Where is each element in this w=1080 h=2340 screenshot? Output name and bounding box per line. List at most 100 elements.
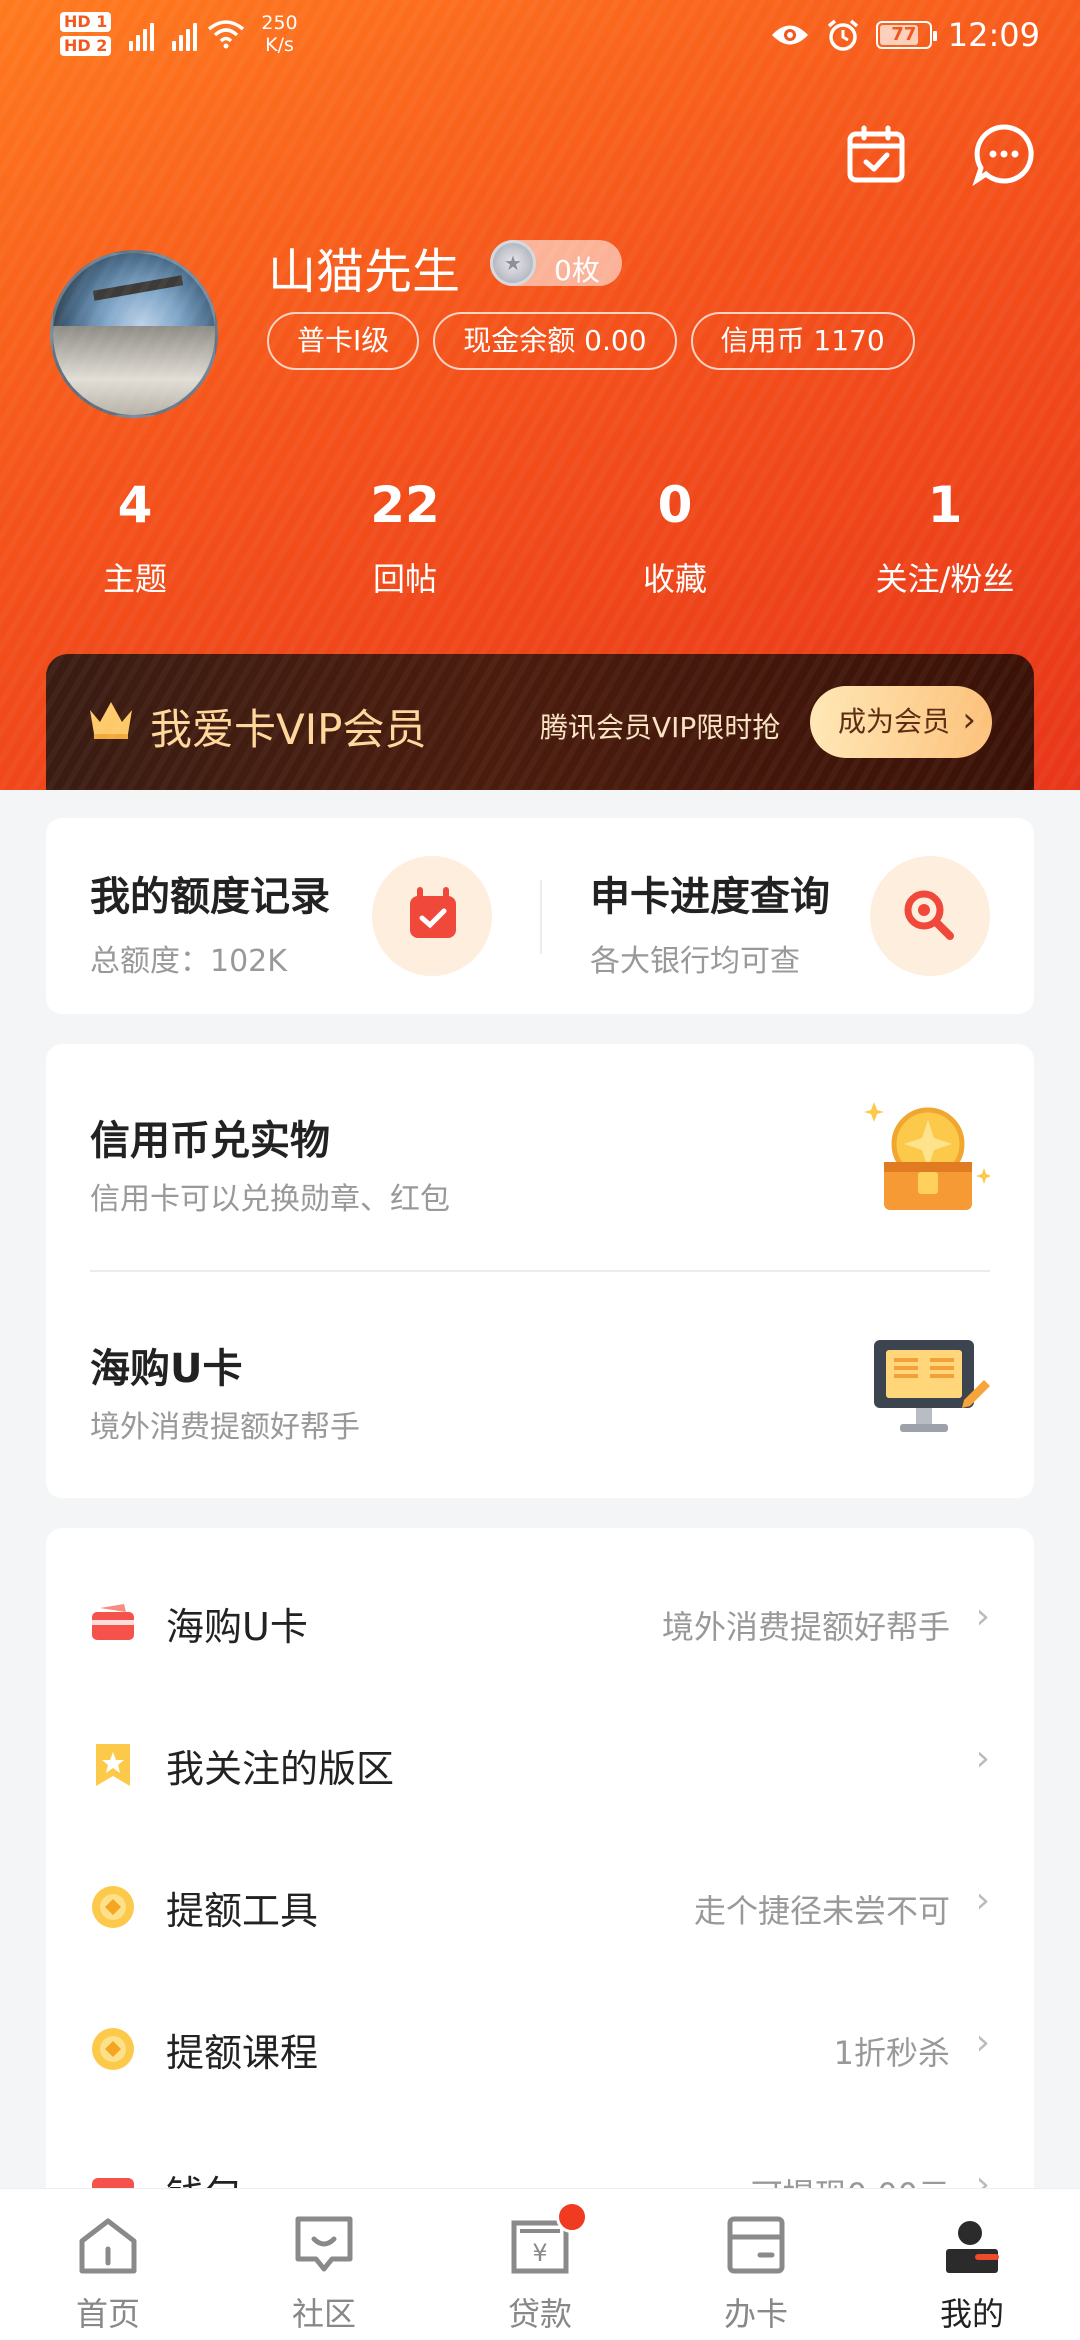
signal-4g-icon — [129, 17, 155, 51]
stat-label: 主题 — [102, 560, 167, 598]
menu-item-label: 海购U卡 — [166, 1605, 308, 1649]
tab-label: 社区 — [291, 2295, 356, 2333]
battery-icon: 77 — [875, 21, 937, 49]
exchange-title: 海购U卡 — [90, 1346, 243, 1392]
card-level-chip[interactable]: 普卡I级 — [267, 312, 420, 370]
quota-record-title: 我的额度记录 — [90, 874, 330, 920]
application-progress-title: 申卡进度查询 — [590, 874, 830, 920]
profile-header: HD 1 HD 2 250 K/s 77 12:09 山猫先生 ★ 0枚 普卡I… — [0, 0, 1080, 790]
chevron-right-icon: › — [975, 1880, 990, 1921]
treasure-chest-icon — [864, 1102, 990, 1210]
medal-badge[interactable]: 0枚 — [490, 240, 622, 287]
hd2-indicator: HD 2 — [60, 36, 112, 56]
tab-loan[interactable]: ¥ 贷款 — [432, 2189, 648, 2340]
menu-item-quota-courses[interactable]: 提额课程 1折秒杀 › — [46, 1978, 1034, 2120]
username[interactable]: 山猫先生 — [268, 232, 460, 302]
stat-value: 1 — [927, 476, 963, 534]
vip-title: 我爱卡VIP会员 — [150, 705, 427, 754]
chevron-right-icon: › — [975, 2022, 990, 2063]
profile-stats: 4 主题 22 回帖 0 收藏 1 关注/粉丝 — [0, 470, 1080, 600]
menu-item-value: 1折秒杀 — [833, 2034, 950, 2072]
clock: 12:09 — [947, 16, 1040, 54]
hd1-indicator: HD 1 — [60, 12, 112, 32]
exchange-subtitle: 信用卡可以兑换勋章、红包 — [90, 1182, 450, 1217]
menu-item-value: 境外消费提额好帮手 — [661, 1608, 950, 1646]
calendar-check-icon — [372, 856, 492, 976]
profile-icon — [946, 2221, 999, 2273]
menu-item-followed-boards[interactable]: 我关注的版区 › — [46, 1694, 1034, 1836]
menu-item-quota-tools[interactable]: 提额工具 走个捷径未尝不可 › — [46, 1836, 1034, 1978]
stat-label: 收藏 — [642, 560, 707, 598]
credit-coin-exchange-entry[interactable]: 信用币兑实物 信用卡可以兑换勋章、红包 — [46, 1044, 1034, 1270]
magnifier-icon — [870, 856, 990, 976]
exchange-card: 信用币兑实物 信用卡可以兑换勋章、红包 海购U卡 境外消费提额好帮手 — [46, 1044, 1034, 1498]
calendar-check-icon[interactable] — [844, 122, 908, 186]
application-progress-subtitle: 各大银行均可查 — [590, 944, 800, 979]
menu-item-label: 提额课程 — [166, 2031, 319, 2075]
chevron-right-icon: › — [975, 1738, 990, 1779]
network-speed: 250 K/s — [261, 12, 297, 56]
wifi-icon — [208, 20, 245, 49]
alarm-icon — [827, 19, 858, 51]
tab-home[interactable]: 首页 — [0, 2189, 216, 2340]
tab-label: 贷款 — [507, 2295, 572, 2333]
credit-coin-chip[interactable]: 信用币 1170 — [690, 312, 915, 370]
menu-item-label: 我关注的版区 — [166, 1747, 395, 1791]
header-actions — [844, 122, 1036, 187]
battery-level: 77 — [891, 24, 917, 45]
home-icon — [79, 2218, 137, 2274]
coin-icon — [92, 1886, 134, 1928]
exchange-title: 信用币兑实物 — [90, 1118, 330, 1164]
notification-dot — [556, 2201, 588, 2233]
tab-community[interactable]: 社区 — [216, 2189, 432, 2340]
profile-chips: 普卡I级 现金余额 0.00 信用币 1170 — [267, 312, 915, 370]
tab-label: 首页 — [75, 2295, 140, 2333]
become-member-button[interactable]: 成为会员 — [810, 684, 992, 758]
medal-icon — [490, 240, 536, 286]
eye-icon — [771, 25, 808, 45]
vip-banner[interactable]: 我爱卡VIP会员 腾讯会员VIP限时抢 成为会员 — [46, 654, 1034, 790]
status-right: 77 12:09 — [770, 16, 1040, 54]
medal-count: 0枚 — [554, 254, 600, 287]
stat-favorites[interactable]: 0 收藏 — [540, 470, 810, 600]
tab-apply-card[interactable]: 办卡 — [648, 2189, 864, 2340]
quota-card: 我的额度记录 总额度：102K 申卡进度查询 各大银行均可查 — [46, 818, 1034, 1014]
stat-value: 22 — [370, 476, 440, 534]
stat-follow-fans[interactable]: 1 关注/粉丝 — [810, 470, 1080, 600]
status-left: HD 1 HD 2 250 K/s — [60, 12, 298, 56]
application-progress-entry[interactable]: 申卡进度查询 各大银行均可查 — [540, 818, 1034, 1014]
stat-replies[interactable]: 22 回帖 — [270, 470, 540, 600]
stat-value: 0 — [657, 476, 693, 534]
signal-4g-icon — [172, 17, 198, 51]
bookmark-star-icon — [96, 1744, 130, 1786]
card-outline-icon — [727, 2216, 785, 2274]
crown-icon — [90, 702, 132, 739]
chat-bubble-icon — [295, 2216, 353, 2272]
status-bar: HD 1 HD 2 250 K/s 77 12:09 — [0, 0, 1080, 80]
net-speed-value: 250 — [261, 12, 298, 34]
global-shopping-card-entry[interactable]: 海购U卡 境外消费提额好帮手 — [46, 1272, 1034, 1498]
tab-label: 我的 — [939, 2295, 1004, 2333]
hd-indicators: HD 1 HD 2 — [60, 12, 112, 56]
exchange-subtitle: 境外消费提额好帮手 — [90, 1410, 360, 1445]
computer-monitor-icon — [874, 1340, 990, 1432]
stat-label: 关注/粉丝 — [875, 560, 1015, 598]
coin-icon — [92, 2028, 134, 2070]
cash-balance-chip[interactable]: 现金余额 0.00 — [433, 312, 677, 370]
vip-promo[interactable]: 腾讯会员VIP限时抢 — [540, 706, 780, 746]
quota-record-entry[interactable]: 我的额度记录 总额度：102K — [46, 818, 540, 1014]
tab-label: 办卡 — [723, 2295, 788, 2333]
menu-item-value: 走个捷径未尝不可 — [693, 1892, 950, 1930]
stat-value: 4 — [117, 476, 153, 534]
bottom-tab-bar: 首页 社区 ¥ 贷款 办卡 我的 — [0, 2188, 1080, 2340]
menu-item-global-card[interactable]: 海购U卡 境外消费提额好帮手 › — [46, 1552, 1034, 1694]
net-speed-unit: K/s — [265, 34, 294, 56]
chevron-right-icon: › — [975, 1596, 990, 1637]
avatar[interactable] — [50, 250, 218, 418]
svg-text:¥: ¥ — [532, 2239, 547, 2267]
stat-topics[interactable]: 4 主题 — [0, 470, 270, 600]
menu-item-label: 提额工具 — [166, 1889, 319, 1933]
card-icon — [92, 1604, 134, 1640]
message-icon[interactable] — [972, 122, 1036, 187]
tab-mine[interactable]: 我的 — [864, 2189, 1080, 2340]
